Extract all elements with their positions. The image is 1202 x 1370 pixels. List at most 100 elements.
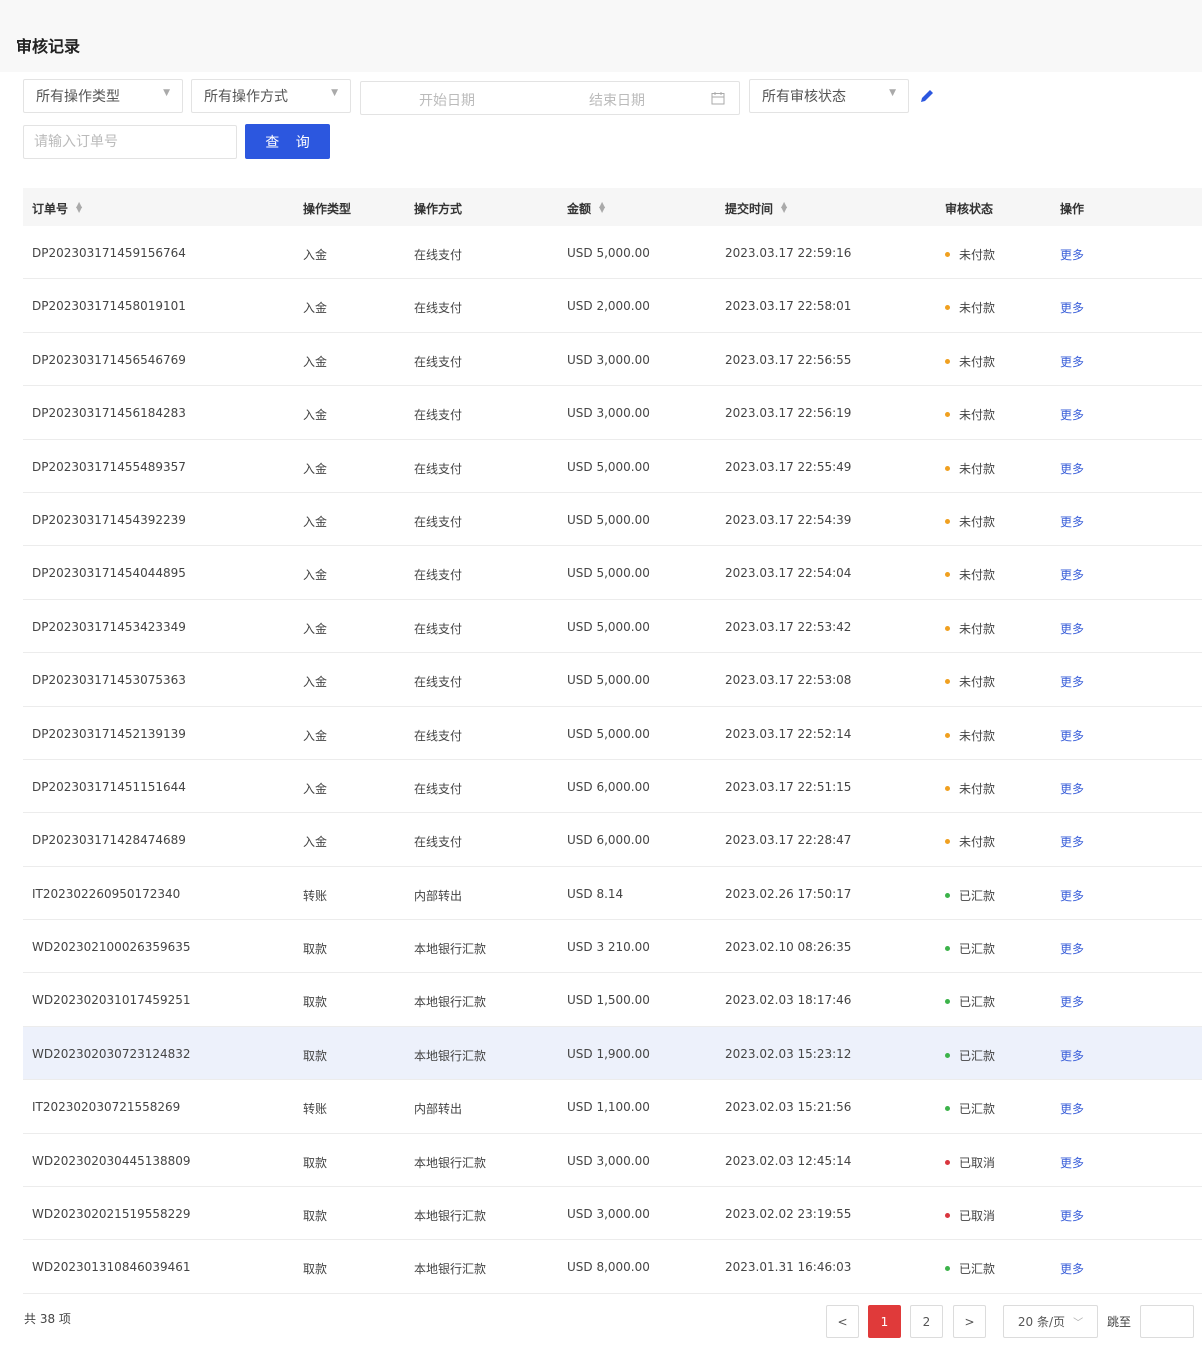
submit-time: 2023.03.17 22:52:14: [725, 726, 852, 741]
more-link[interactable]: 更多: [1060, 299, 1084, 316]
operation-type-value: 所有操作类型: [36, 89, 120, 105]
operation-type-select[interactable]: 所有操作类型 ▼: [23, 79, 183, 113]
order-number: DP202303171456546769: [32, 352, 186, 367]
status-text: 未付款: [959, 514, 996, 529]
more-link[interactable]: 更多: [1060, 993, 1084, 1010]
more-link[interactable]: 更多: [1060, 1154, 1084, 1171]
submit-time: 2023.02.03 18:17:46: [725, 993, 852, 1008]
status-text: 未付款: [959, 621, 996, 636]
amount: USD 5,000.00: [567, 459, 650, 474]
table-row: DP202303171458019101 入金 在线支付 USD 2,000.00 20…: [23, 279, 1202, 333]
more-link[interactable]: 更多: [1060, 887, 1084, 904]
table-row: DP202303171454392239 入金 在线支付 USD 5,000.00 20…: [23, 493, 1202, 547]
more-link[interactable]: 更多: [1060, 1207, 1084, 1224]
start-date-placeholder: 开始日期: [419, 93, 475, 109]
more-link[interactable]: 更多: [1060, 940, 1084, 957]
header-order-no[interactable]: 订单号 ▲ ▼: [32, 200, 82, 217]
more-link[interactable]: 更多: [1060, 1100, 1084, 1117]
operation-method: 在线支付: [414, 621, 463, 636]
more-link[interactable]: 更多: [1060, 780, 1084, 797]
more-link[interactable]: 更多: [1060, 513, 1084, 530]
header-submit-time[interactable]: 提交时间 ▲ ▼: [725, 200, 787, 217]
status-text: 未付款: [959, 248, 996, 262]
page-size-select[interactable]: 20 条/页 ﹀: [1003, 1305, 1098, 1338]
status-text: 未付款: [959, 675, 996, 690]
operation-method: 本地银行汇款: [414, 1048, 487, 1063]
edit-icon[interactable]: [918, 87, 936, 105]
jump-page-input[interactable]: [1140, 1305, 1194, 1338]
operation-type: 入金: [303, 568, 328, 583]
status-dot: [945, 999, 950, 1005]
table-row: WD202302030445138809 取款 本地银行汇款 USD 3,000.00…: [23, 1134, 1202, 1188]
more-link[interactable]: 更多: [1060, 406, 1084, 423]
sort-icon[interactable]: ▲ ▼: [781, 201, 787, 214]
table-row: DP202303171452139139 入金 在线支付 USD 5,000.00 20…: [23, 707, 1202, 760]
sort-icon[interactable]: ▲ ▼: [76, 201, 82, 214]
status-text: 已汇款: [959, 1102, 996, 1117]
total-count: 共 38 项: [24, 1312, 71, 1326]
order-number: WD202302030723124832: [32, 1046, 191, 1061]
sort-icon[interactable]: ▲ ▼: [599, 201, 605, 214]
table-body: DP202303171459156764 入金 在线支付 USD 5,000.00 20…: [23, 226, 1202, 1294]
operation-type: 入金: [303, 728, 328, 743]
chevron-down-icon: ﹀: [1073, 1318, 1084, 1329]
search-button[interactable]: 查 询: [245, 124, 330, 159]
submit-time: 2023.02.02 23:19:55: [725, 1207, 852, 1222]
status-dot: [945, 465, 950, 471]
more-link[interactable]: 更多: [1060, 566, 1084, 583]
amount: USD 5,000.00: [567, 619, 650, 634]
date-range-picker[interactable]: 开始日期 结束日期: [360, 81, 740, 115]
order-number: WD202302021519558229: [32, 1207, 191, 1222]
page-size-value: 20 条/页: [1017, 1315, 1066, 1329]
submit-time: 2023.03.17 22:56:19: [725, 406, 852, 421]
submit-time: 2023.02.03 15:21:56: [725, 1100, 852, 1115]
status-text: 未付款: [959, 781, 996, 796]
more-link[interactable]: 更多: [1060, 727, 1084, 744]
order-number: DP202303171452139139: [32, 726, 186, 741]
more-link[interactable]: 更多: [1060, 460, 1084, 477]
operation-method: 在线支付: [414, 568, 463, 583]
status-dot: [945, 305, 950, 311]
more-link[interactable]: 更多: [1060, 833, 1084, 850]
header-amount[interactable]: 金额 ▲ ▼: [567, 200, 605, 217]
operation-type: 入金: [303, 781, 328, 796]
chevron-down-icon: ▼: [889, 88, 896, 98]
operation-type: 入金: [303, 514, 328, 529]
amount: USD 3,000.00: [567, 352, 650, 367]
next-page-button[interactable]: >: [953, 1305, 986, 1338]
review-status-select[interactable]: 所有审核状态 ▼: [749, 79, 909, 113]
status-text: 未付款: [959, 461, 996, 476]
status-dot: [945, 946, 950, 952]
order-number: WD202301310846039461: [32, 1260, 191, 1275]
page-1-button[interactable]: 1: [868, 1305, 901, 1338]
table-row: DP202303171455489357 入金 在线支付 USD 5,000.00 20…: [23, 440, 1202, 493]
more-link[interactable]: 更多: [1060, 1047, 1084, 1064]
more-link[interactable]: 更多: [1060, 673, 1084, 690]
operation-method: 在线支付: [414, 461, 463, 476]
table-row: WD202302030723124832 取款 本地银行汇款 USD 1,900.00…: [23, 1026, 1202, 1081]
operation-method-select[interactable]: 所有操作方式 ▼: [191, 79, 351, 113]
more-link[interactable]: 更多: [1060, 353, 1084, 370]
operation-type: 入金: [303, 675, 328, 690]
status-badge: 未付款: [945, 833, 995, 850]
status-text: 已汇款: [959, 888, 996, 903]
more-link[interactable]: 更多: [1060, 246, 1084, 263]
operation-method: 本地银行汇款: [414, 1209, 487, 1224]
amount: USD 5,000.00: [567, 512, 650, 527]
status-text: 未付款: [959, 301, 996, 316]
page-2-button[interactable]: 2: [910, 1305, 943, 1338]
table-row: DP202303171453423349 入金 在线支付 USD 5,000.00 20…: [23, 600, 1202, 654]
amount: USD 3,000.00: [567, 1153, 650, 1168]
order-number: DP202303171456184283: [32, 406, 186, 421]
chevron-down-icon: ▼: [331, 88, 338, 98]
operation-method: 内部转出: [414, 1102, 463, 1117]
operation-type: 入金: [303, 835, 328, 850]
more-link[interactable]: 更多: [1060, 620, 1084, 637]
operation-method: 在线支付: [414, 301, 463, 316]
submit-time: 2023.03.17 22:28:47: [725, 833, 852, 848]
prev-page-button[interactable]: <: [826, 1305, 859, 1338]
operation-method: 内部转出: [414, 888, 463, 903]
more-link[interactable]: 更多: [1060, 1260, 1084, 1277]
order-number-input[interactable]: [23, 125, 237, 159]
end-date-placeholder: 结束日期: [589, 93, 645, 109]
